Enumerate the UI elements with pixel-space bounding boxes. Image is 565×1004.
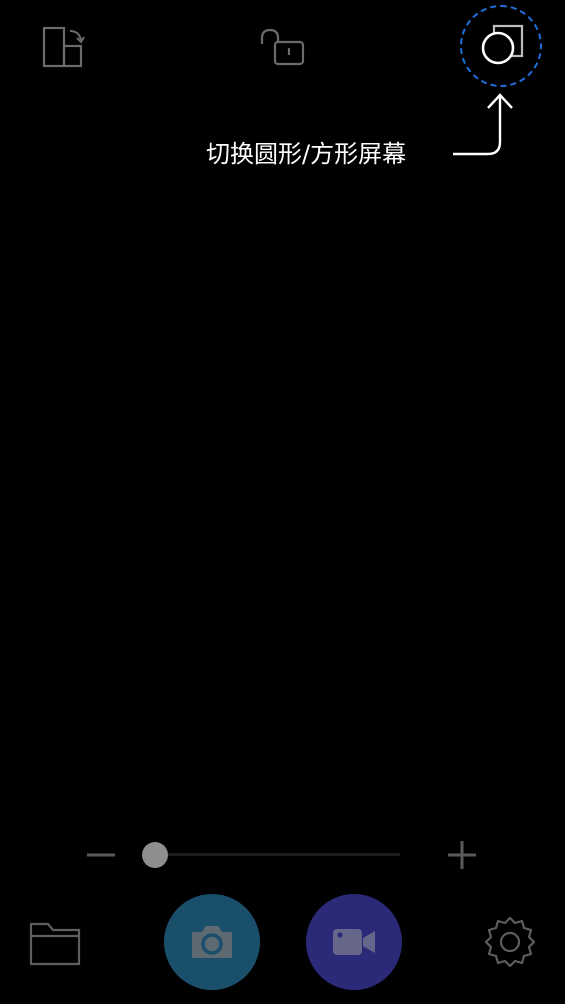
lock-rotation-button[interactable] — [255, 24, 311, 70]
photo-capture-button[interactable] — [164, 894, 260, 990]
zoom-in-icon — [448, 841, 476, 869]
zoom-out-icon — [87, 853, 115, 857]
tooltip-arrow — [453, 93, 513, 156]
screen-rotate-icon — [42, 26, 85, 68]
rotate-screen-button[interactable] — [34, 22, 90, 74]
zoom-track — [148, 853, 400, 856]
folder-icon — [29, 922, 81, 966]
zoom-out-button[interactable] — [84, 840, 118, 870]
zoom-slider[interactable] — [142, 842, 400, 868]
gallery-button[interactable] — [26, 914, 84, 968]
gear-icon — [484, 916, 536, 968]
video-camera-icon — [333, 929, 375, 955]
camera-icon — [192, 926, 232, 958]
zoom-thumb[interactable] — [142, 842, 168, 868]
settings-button[interactable] — [482, 914, 538, 970]
shape-toggle-icon — [481, 24, 524, 65]
zoom-in-button[interactable] — [444, 838, 480, 872]
tooltip-label: 切换圆形/方形屏幕 — [206, 140, 407, 168]
video-record-button[interactable] — [306, 894, 402, 990]
unlock-icon — [260, 28, 305, 66]
shape-toggle-button[interactable] — [474, 20, 530, 72]
